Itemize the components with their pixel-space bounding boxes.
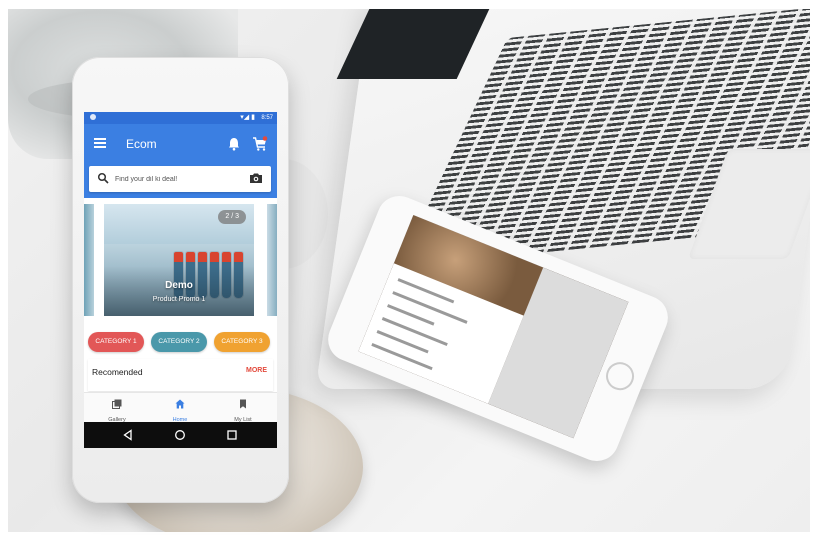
- search-icon[interactable]: [97, 172, 109, 184]
- drawer-item: [392, 291, 468, 324]
- drawer-item: [371, 343, 433, 371]
- promo-slide[interactable]: 2 / 3 Demo Product Promo 1: [104, 204, 254, 316]
- category-chip-2[interactable]: CATEGORY 2: [151, 332, 207, 352]
- search-box[interactable]: [89, 166, 271, 192]
- previous-slide-peek[interactable]: [84, 204, 94, 316]
- status-time: 8:57: [261, 115, 273, 121]
- bottom-navigation: Gallery Home My List: [84, 392, 277, 423]
- notification-bell-icon[interactable]: [228, 137, 240, 151]
- promo-carousel[interactable]: 2 / 3 Demo Product Promo 1: [84, 204, 277, 324]
- nav-gallery[interactable]: Gallery: [92, 396, 142, 423]
- home-circle-icon[interactable]: [174, 429, 186, 441]
- back-icon[interactable]: [122, 429, 134, 441]
- more-link[interactable]: MORE: [246, 367, 267, 374]
- main-phone: ▾◢ ▮ 8:57 Ecom Find your dil ki deal! 2 …: [72, 57, 289, 503]
- app-title: Ecom: [126, 137, 157, 151]
- nav-home[interactable]: Home: [155, 396, 205, 423]
- bookmark-icon: [240, 399, 246, 409]
- status-bar: ▾◢ ▮ 8:57: [84, 112, 277, 124]
- search-input[interactable]: [115, 172, 235, 186]
- app-bar: Ecom: [84, 124, 277, 166]
- slide-subtitle: Product Promo 1: [152, 296, 206, 303]
- category-chip-1[interactable]: CATEGORY 1: [88, 332, 144, 352]
- recommended-section: Recomended MORE: [88, 359, 273, 391]
- phone-screen: ▾◢ ▮ 8:57 Ecom Find your dil ki deal! 2 …: [84, 112, 277, 448]
- slide-counter: 2 / 3: [218, 210, 246, 224]
- system-navigation-bar: [84, 422, 277, 448]
- notification-dot-icon: [90, 114, 96, 120]
- search-bar-container: [84, 166, 277, 198]
- gallery-icon: [112, 399, 122, 409]
- recents-icon[interactable]: [226, 429, 238, 441]
- category-chips: CATEGORY 1 CATEGORY 2 CATEGORY 3: [84, 332, 277, 352]
- status-icons: ▾◢ ▮: [240, 114, 255, 121]
- slide-title: Demo: [165, 280, 193, 291]
- drawer-item: [381, 317, 448, 347]
- nav-my-list[interactable]: My List: [218, 396, 268, 423]
- camera-icon[interactable]: [249, 172, 263, 184]
- category-chip-3[interactable]: CATEGORY 3: [214, 332, 270, 352]
- hamburger-menu-icon[interactable]: [94, 138, 106, 148]
- next-slide-peek[interactable]: [267, 204, 277, 316]
- cart-icon[interactable]: [252, 136, 268, 152]
- home-icon: [175, 399, 185, 409]
- recommended-title: Recomended: [92, 367, 143, 377]
- landscape-phone-home-button: [601, 357, 639, 395]
- slide-shade: [104, 266, 254, 316]
